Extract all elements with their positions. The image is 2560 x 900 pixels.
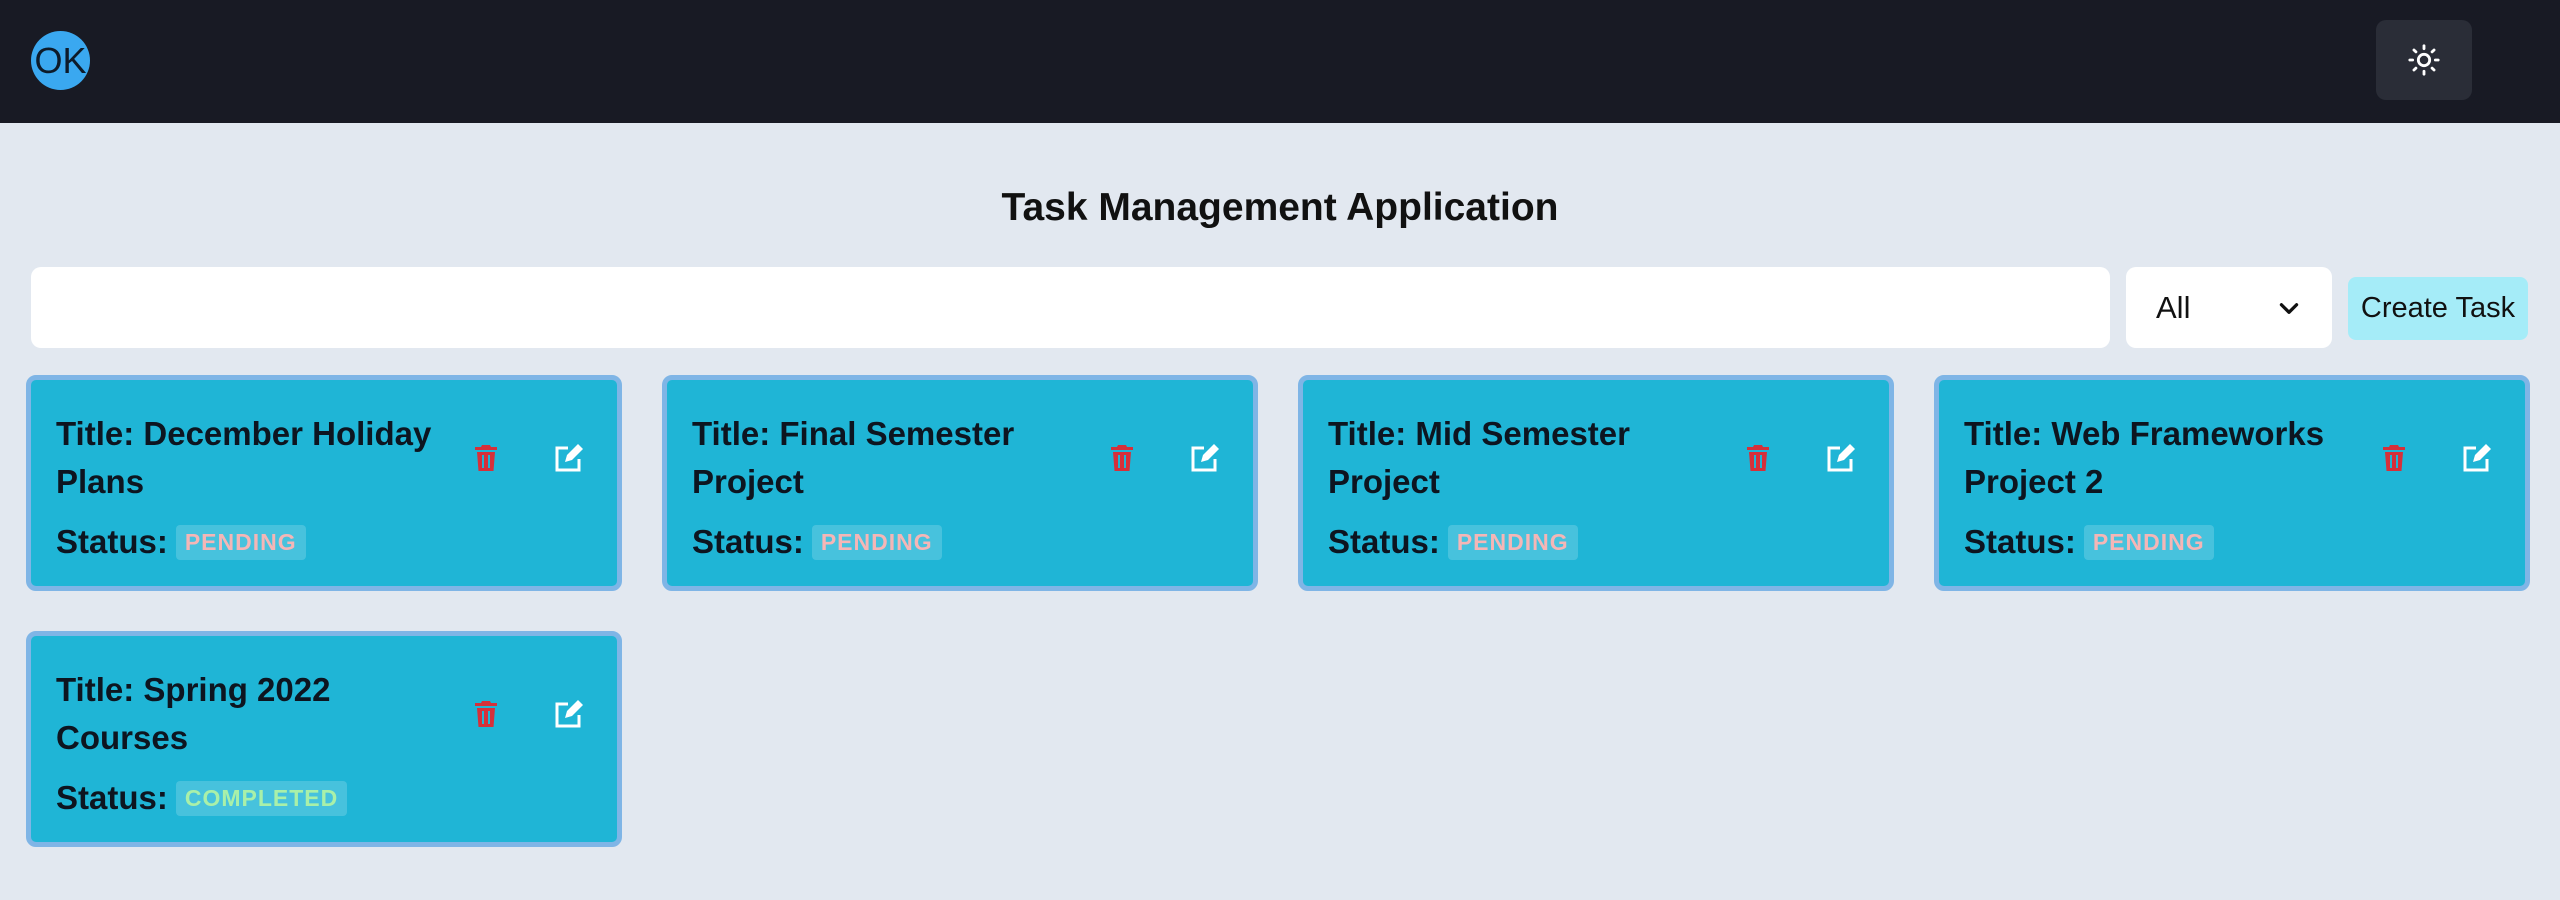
status-badge: PENDING: [175, 524, 306, 560]
delete-task-button[interactable]: [1734, 434, 1782, 482]
delete-task-button[interactable]: [462, 690, 510, 738]
status-label: Status:: [56, 779, 168, 816]
theme-toggle-button[interactable]: [2376, 20, 2472, 100]
trash-icon: [475, 701, 497, 727]
create-task-button[interactable]: Create Task: [2348, 277, 2528, 340]
edit-icon: [555, 444, 583, 472]
task-status: Status: PENDING: [56, 523, 306, 561]
sun-icon: [2408, 44, 2440, 76]
trash-icon: [1111, 445, 1133, 471]
edit-icon: [555, 700, 583, 728]
edit-task-button[interactable]: [545, 690, 593, 738]
edit-icon: [2463, 444, 2491, 472]
trash-icon: [1747, 445, 1769, 471]
task-card: Title: Mid Semester Project Status: PEND…: [1298, 375, 1894, 591]
task-title: Title: December Holiday Plans: [56, 415, 432, 500]
task-card: Title: Web Frameworks Project 2 Status: …: [1934, 375, 2530, 591]
status-badge: PENDING: [811, 524, 942, 560]
delete-task-button[interactable]: [462, 434, 510, 482]
status-filter-value: All: [2156, 289, 2191, 325]
navbar: OK: [0, 0, 2560, 123]
task-title: Title: Final Semester Project: [692, 415, 1015, 500]
edit-task-button[interactable]: [545, 434, 593, 482]
trash-icon: [2383, 445, 2405, 471]
edit-icon: [1827, 444, 1855, 472]
task-title: Title: Spring 2022 Courses: [56, 671, 331, 756]
task-status: Status: PENDING: [692, 523, 942, 561]
task-status: Status: PENDING: [1328, 523, 1578, 561]
task-title: Title: Web Frameworks Project 2: [1964, 415, 2325, 500]
task-card: Title: December Holiday Plans Status: PE…: [26, 375, 622, 591]
edit-task-button[interactable]: [2453, 434, 2501, 482]
trash-icon: [475, 445, 497, 471]
task-status: Status: PENDING: [1964, 523, 2214, 561]
delete-task-button[interactable]: [2370, 434, 2418, 482]
status-filter-select[interactable]: All: [2126, 267, 2332, 348]
task-status: Status: COMPLETED: [56, 779, 348, 817]
search-input[interactable]: [31, 267, 2110, 348]
edit-icon: [1191, 444, 1219, 472]
avatar[interactable]: OK: [31, 31, 90, 90]
page-title: Task Management Application: [1001, 186, 1559, 229]
task-card: Title: Final Semester Project Status: PE…: [662, 375, 1258, 591]
status-badge: PENDING: [1447, 524, 1578, 560]
edit-task-button[interactable]: [1817, 434, 1865, 482]
status-badge: COMPLETED: [175, 780, 348, 816]
status-label: Status:: [1328, 523, 1440, 560]
chevron-down-icon: [2279, 302, 2299, 314]
edit-task-button[interactable]: [1181, 434, 1229, 482]
status-label: Status:: [692, 523, 804, 560]
status-label: Status:: [56, 523, 168, 560]
delete-task-button[interactable]: [1098, 434, 1146, 482]
task-card: Title: Spring 2022 Courses Status: COMPL…: [26, 631, 622, 847]
task-title: Title: Mid Semester Project: [1328, 415, 1630, 500]
status-label: Status:: [1964, 523, 2076, 560]
status-badge: PENDING: [2083, 524, 2214, 560]
